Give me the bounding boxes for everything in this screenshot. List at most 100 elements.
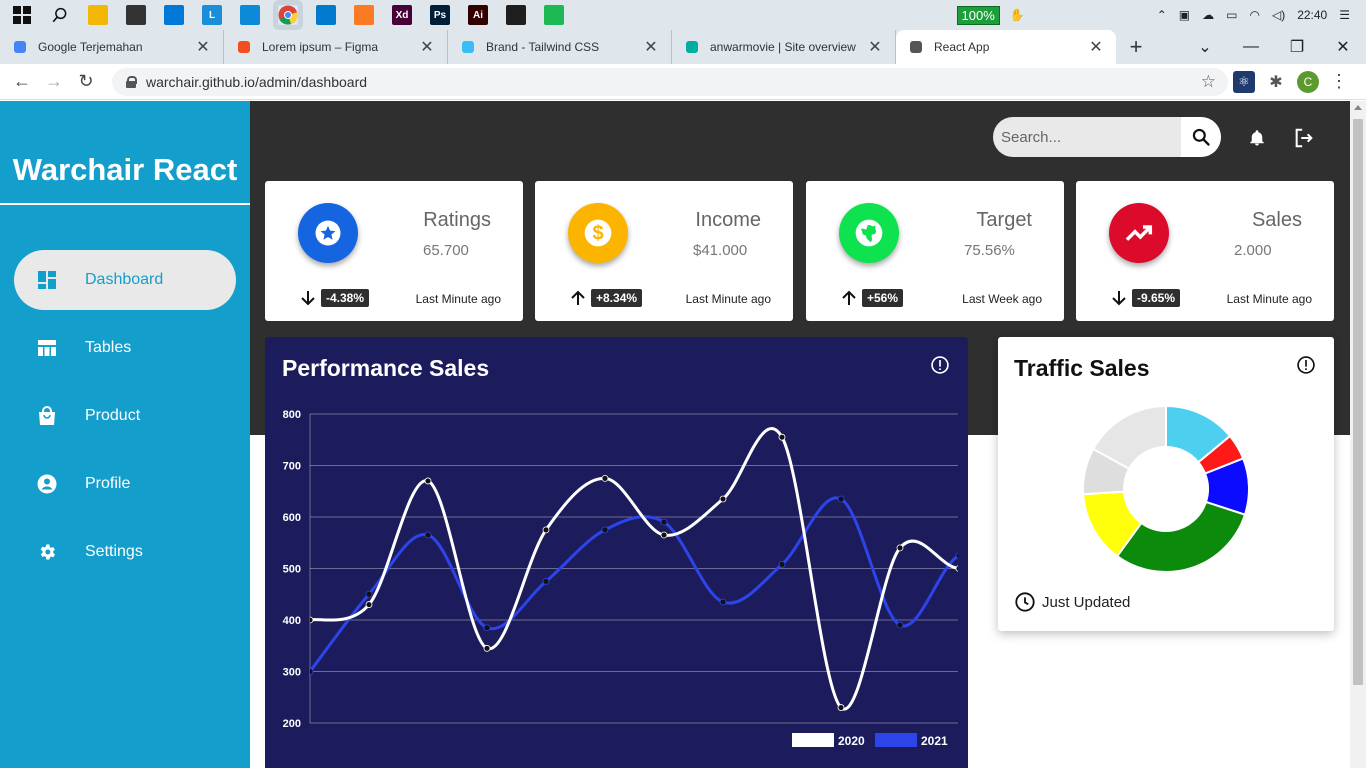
spotify-icon[interactable] [544, 5, 564, 25]
card-change: -9.65% [1110, 289, 1181, 307]
clock-text[interactable]: 22:40 [1297, 8, 1327, 22]
data-point[interactable] [837, 495, 845, 503]
doughnut-slice[interactable] [1115, 500, 1247, 573]
legend-label[interactable]: 2021 [921, 734, 948, 748]
data-point[interactable] [424, 531, 432, 539]
data-point[interactable] [660, 531, 668, 539]
chrome-icon[interactable] [278, 5, 298, 25]
new-tab-button[interactable]: + [1116, 34, 1156, 60]
wifi-icon[interactable]: ◠ [1249, 8, 1259, 22]
web-page: Warchair React Dashboard Tables Product Pro… [0, 101, 1366, 768]
browser-tab[interactable]: Google Terjemahan ✕ [0, 30, 224, 64]
brand-title[interactable]: Warchair React [0, 101, 250, 205]
logout-button[interactable] [1293, 127, 1315, 149]
profile-avatar[interactable]: C [1297, 70, 1319, 93]
data-point[interactable] [955, 552, 962, 559]
svg-text:$: $ [592, 223, 603, 245]
change-badge: -4.38% [321, 289, 370, 307]
stat-card-sales: Sales 2.000 -9.65% Last Minute ago [1076, 181, 1334, 321]
data-point[interactable] [660, 518, 668, 526]
tab-close-icon[interactable]: ✕ [867, 37, 883, 57]
extensions-icon[interactable]: ✱ [1265, 71, 1287, 93]
page-scrollbar[interactable] [1350, 101, 1366, 768]
data-point[interactable] [896, 544, 904, 552]
data-point[interactable] [365, 601, 373, 608]
photoshop-icon[interactable]: Ps [430, 5, 450, 25]
browser-tab[interactable]: React App ✕ [896, 30, 1116, 64]
maximize-button[interactable]: ❐ [1274, 37, 1320, 57]
battery-indicator[interactable]: 100% [956, 5, 1000, 25]
data-point[interactable] [307, 616, 314, 624]
sidebar-item-product[interactable]: Product [14, 386, 236, 446]
back-button[interactable]: ← [6, 71, 38, 92]
search-input[interactable] [993, 117, 1181, 157]
data-point[interactable] [719, 598, 727, 606]
performance-line-chart: 200 300 400 500 600 700 800 2020 2021 [283, 409, 962, 748]
reload-button[interactable]: ↻ [70, 71, 102, 92]
sidebar-item-profile[interactable]: Profile [14, 454, 236, 514]
data-point[interactable] [601, 526, 609, 534]
vscode-icon[interactable] [316, 5, 336, 25]
store-icon[interactable] [126, 5, 146, 25]
tab-close-icon[interactable]: ✕ [1088, 37, 1104, 57]
data-point[interactable] [896, 621, 904, 629]
tab-close-icon[interactable]: ✕ [195, 37, 211, 57]
notification-icon[interactable]: ☰ [1339, 8, 1350, 22]
mail-icon[interactable] [164, 5, 184, 25]
browser-tab[interactable]: anwarmovie | Site overview ✕ [672, 30, 896, 64]
battery-icon[interactable]: ▭ [1226, 8, 1237, 22]
sidebar-item-settings[interactable]: Settings [14, 522, 236, 582]
adobe-xd-icon[interactable]: Xd [392, 5, 412, 25]
data-point[interactable] [955, 565, 962, 572]
search-button[interactable] [1181, 117, 1221, 157]
lock-icon[interactable] [126, 75, 137, 88]
notifications-button[interactable] [1247, 127, 1267, 149]
scroll-up-arrow[interactable] [1354, 105, 1362, 110]
y-tick-label: 500 [283, 564, 301, 576]
data-point[interactable] [542, 577, 550, 585]
sidebar-item-dashboard[interactable]: Dashboard [14, 250, 236, 310]
url-text[interactable]: warchair.github.io/admin/dashboard [146, 74, 1201, 90]
browser-tab[interactable]: Brand - Tailwind CSS ✕ [448, 30, 672, 64]
data-point[interactable] [424, 477, 432, 485]
data-point[interactable] [601, 474, 609, 482]
sidebar-item-tables[interactable]: Tables [14, 318, 236, 378]
tab-close-icon[interactable]: ✕ [643, 37, 659, 57]
touch-icon[interactable]: ✋ [1010, 8, 1025, 22]
data-point[interactable] [365, 590, 373, 598]
onedrive-icon[interactable]: ☁ [1202, 8, 1214, 22]
react-devtools-icon[interactable]: ⚛ [1233, 70, 1255, 93]
minimize-button[interactable]: — [1228, 38, 1274, 56]
data-point[interactable] [778, 433, 786, 441]
browser-menu-icon[interactable]: ⋮ [1330, 71, 1348, 92]
tab-search-icon[interactable]: ⌄ [1182, 37, 1228, 57]
tab-close-icon[interactable]: ✕ [419, 37, 435, 57]
data-point[interactable] [542, 526, 550, 534]
arrow-down-icon [299, 289, 317, 307]
data-point[interactable] [483, 624, 491, 632]
file-explorer-icon[interactable] [88, 5, 108, 25]
legend-label[interactable]: 2020 [838, 734, 865, 748]
chevron-up-icon[interactable]: ⌃ [1157, 8, 1167, 22]
data-point[interactable] [483, 644, 491, 652]
edge-icon[interactable] [240, 5, 260, 25]
bookmark-star-icon[interactable]: ☆ [1201, 72, 1216, 92]
start-icon[interactable] [12, 5, 32, 25]
meet-icon[interactable]: ▣ [1179, 8, 1190, 22]
search-icon[interactable] [50, 5, 70, 25]
close-window-button[interactable]: ✕ [1320, 37, 1366, 57]
data-point[interactable] [778, 560, 786, 568]
forward-button[interactable]: → [38, 71, 70, 92]
system-tray: 100% ✋ ⌃ ▣ ☁ ▭ ◠ ◁) 22:40 ☰ [956, 0, 1366, 30]
address-bar[interactable]: warchair.github.io/admin/dashboard ☆ [112, 67, 1228, 96]
data-point[interactable] [837, 704, 845, 711]
data-point[interactable] [307, 668, 314, 675]
browser-tab[interactable]: Lorem ipsum – Figma ✕ [224, 30, 448, 64]
illustrator-icon[interactable]: Ai [468, 5, 488, 25]
scroll-thumb[interactable] [1353, 119, 1363, 685]
app-l-icon[interactable]: L [202, 5, 222, 25]
xampp-icon[interactable] [354, 5, 374, 25]
data-point[interactable] [719, 495, 727, 503]
volume-icon[interactable]: ◁) [1272, 8, 1285, 22]
figma-icon[interactable] [506, 5, 526, 25]
